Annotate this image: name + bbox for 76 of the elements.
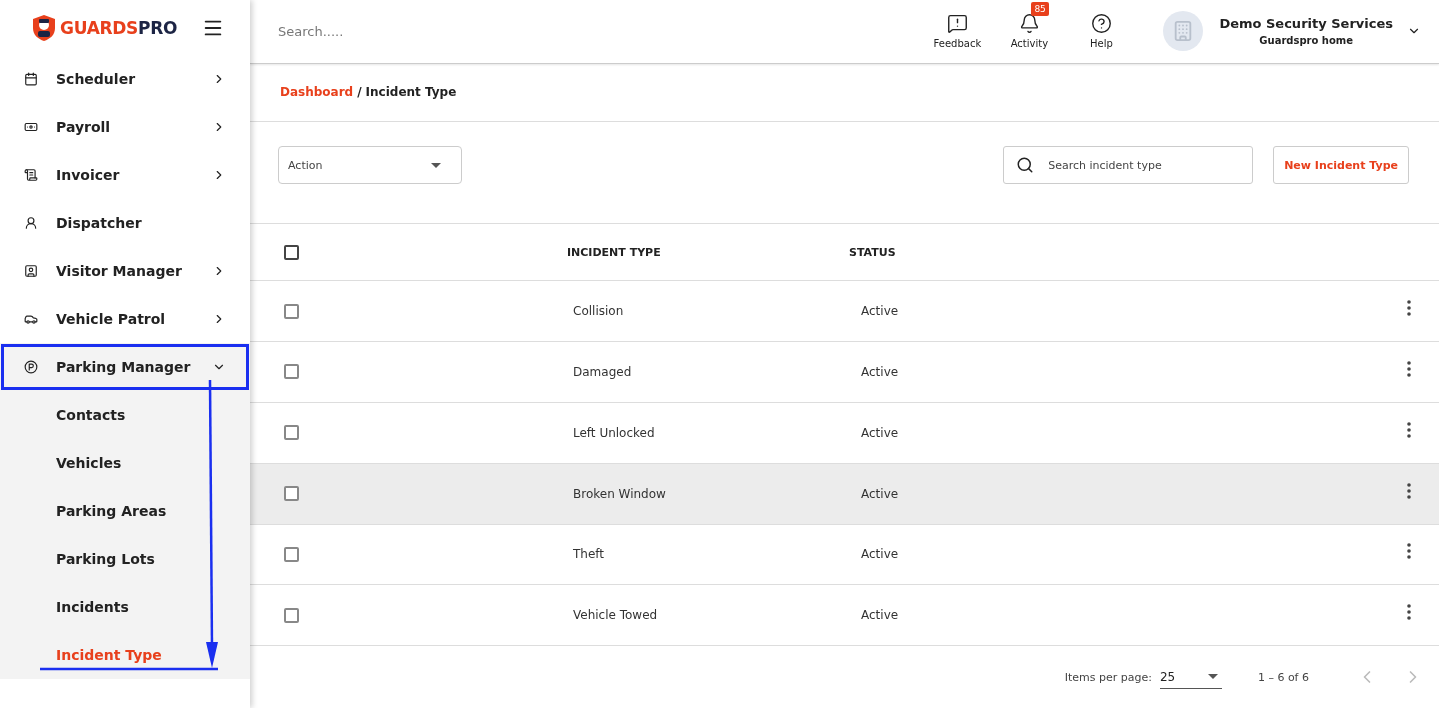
car-icon bbox=[24, 312, 38, 326]
page-size-select[interactable]: 25 bbox=[1159, 665, 1222, 689]
more-options-icon bbox=[1407, 543, 1411, 560]
submenu-item[interactable]: Parking Lots bbox=[0, 535, 250, 583]
sidebar-item[interactable]: Payroll bbox=[0, 103, 250, 151]
more-options-icon bbox=[1407, 360, 1411, 377]
table-cell: Active bbox=[861, 547, 899, 562]
checkbox[interactable] bbox=[284, 607, 299, 623]
checkbox[interactable] bbox=[284, 244, 299, 260]
submenu-item[interactable]: Incident Type bbox=[0, 631, 250, 679]
feedback-icon bbox=[946, 13, 968, 35]
bell-icon bbox=[1018, 13, 1040, 35]
more-options-button[interactable] bbox=[1407, 482, 1411, 499]
table-cell: Active bbox=[861, 304, 899, 319]
document-icon bbox=[24, 168, 38, 182]
submenu-item[interactable]: Contacts bbox=[0, 391, 250, 439]
table-cell: Theft bbox=[573, 547, 605, 562]
table-cell: Active bbox=[861, 608, 899, 623]
parking-icon bbox=[24, 360, 38, 374]
sidebar-item[interactable]: Visitor Manager bbox=[0, 247, 250, 295]
breadcrumb-current: Incident Type bbox=[365, 85, 457, 100]
table-cell: Active bbox=[861, 364, 899, 379]
column-header: STATUS bbox=[849, 245, 896, 259]
more-options-button[interactable] bbox=[1407, 604, 1411, 621]
calendar-icon bbox=[24, 72, 38, 86]
submenu-item[interactable]: Vehicles bbox=[0, 439, 250, 487]
sidebar-item[interactable]: Parking Manager bbox=[0, 343, 250, 391]
submenu-item[interactable]: Incidents bbox=[0, 583, 250, 631]
table-cell: Left Unlocked bbox=[573, 425, 655, 440]
caret-icon bbox=[431, 162, 441, 168]
checkbox[interactable] bbox=[284, 303, 299, 319]
submenu-item[interactable]: Parking Areas bbox=[0, 487, 250, 535]
more-options-button[interactable] bbox=[1407, 421, 1411, 438]
sidebar-item[interactable]: Dispatcher bbox=[0, 199, 250, 247]
more-options-icon bbox=[1407, 482, 1411, 499]
id-card-icon bbox=[24, 264, 38, 278]
more-options-button[interactable] bbox=[1407, 543, 1411, 560]
account-name: Demo Security Services bbox=[1219, 16, 1393, 32]
help-icon bbox=[1090, 13, 1112, 35]
notification-badge: 85 bbox=[1031, 2, 1049, 17]
shield-logo-icon bbox=[32, 13, 56, 42]
table-cell: Vehicle Towed bbox=[573, 608, 658, 623]
search-icon bbox=[1016, 156, 1035, 174]
more-options-icon bbox=[1407, 300, 1411, 317]
checkbox[interactable] bbox=[284, 425, 299, 441]
items-per-page-label: Items per page: bbox=[1064, 670, 1152, 684]
feedback-button[interactable]: Feedback bbox=[921, 12, 994, 51]
sidebar-item[interactable]: Invoicer bbox=[0, 151, 250, 199]
search-field[interactable]: Search incident type bbox=[1003, 146, 1254, 184]
more-options-button[interactable] bbox=[1407, 360, 1411, 377]
person-icon bbox=[24, 216, 38, 230]
table-row[interactable]: Broken Window Active bbox=[250, 463, 1439, 525]
breadcrumb-separator: / bbox=[357, 85, 362, 100]
account-subtitle: Guardspro home bbox=[1259, 35, 1354, 47]
logo-text: GUARDSPRO bbox=[60, 17, 178, 38]
checkbox[interactable] bbox=[284, 364, 299, 380]
checkbox[interactable] bbox=[284, 486, 299, 502]
help-button[interactable]: Help bbox=[1065, 12, 1138, 51]
column-header: INCIDENT TYPE bbox=[567, 245, 661, 259]
table-cell: Damaged bbox=[573, 364, 632, 379]
more-options-button[interactable] bbox=[1407, 300, 1411, 317]
sidebar-item[interactable]: Scheduler bbox=[0, 55, 250, 103]
breadcrumb-link[interactable]: Dashboard bbox=[280, 85, 354, 100]
action-select[interactable]: Action bbox=[278, 146, 462, 184]
banknote-icon bbox=[24, 120, 38, 134]
new-incident-type-button[interactable]: New Incident Type bbox=[1273, 146, 1409, 184]
checkbox[interactable] bbox=[284, 546, 299, 562]
more-options-icon bbox=[1407, 604, 1411, 621]
page-range: 1 – 6 of 6 bbox=[1257, 670, 1309, 684]
table-cell: Active bbox=[861, 486, 899, 501]
table-cell: Collision bbox=[573, 304, 624, 319]
table-cell: Broken Window bbox=[573, 486, 666, 501]
table-cell: Active bbox=[861, 425, 899, 440]
sidebar-item[interactable]: Vehicle Patrol bbox=[0, 295, 250, 343]
caret-icon bbox=[1207, 674, 1218, 680]
more-options-icon bbox=[1407, 421, 1411, 438]
